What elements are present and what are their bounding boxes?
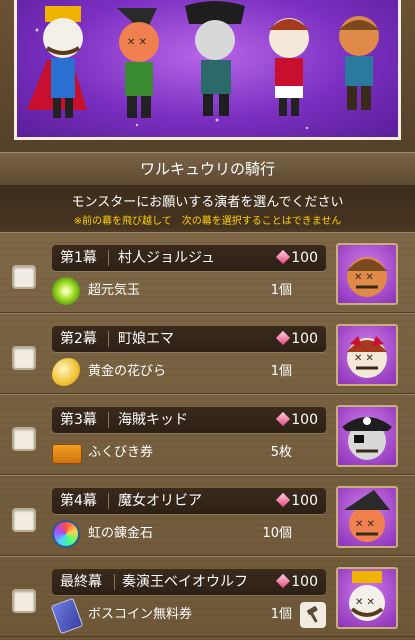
page-title: ワルキュウリの騎行	[0, 152, 415, 186]
boss-coin-ticket-icon	[50, 597, 84, 635]
reward-name: 黄金の花びら	[88, 364, 167, 379]
instructions-panel: モンスターにお願いする演者を選んでください ※前の幕を飛び越して 次の幕を選択す…	[0, 185, 415, 229]
hammer-icon[interactable]	[300, 602, 326, 628]
girl-puppet	[269, 18, 309, 116]
act-number: 最終幕	[60, 574, 102, 590]
witch-portrait: ✕ ✕	[336, 486, 398, 548]
performer-name: 町娘エマ	[118, 331, 174, 347]
act-header: 第3幕 海賊キッド 100	[52, 407, 326, 433]
pirate-portrait	[336, 405, 398, 467]
act-number: 第2幕	[60, 331, 97, 347]
act-checkbox[interactable]	[12, 346, 36, 370]
rainbow-stone-icon	[52, 520, 80, 548]
svg-text:✕ ✕: ✕ ✕	[127, 37, 147, 48]
cost: 100	[276, 569, 318, 595]
girl-portrait: ✕ ✕	[336, 324, 398, 386]
cost-value: 100	[291, 493, 318, 509]
svg-text:✕ ✕: ✕ ✕	[355, 519, 375, 530]
divider	[108, 331, 109, 347]
gem-icon	[276, 411, 291, 427]
act-number: 第3幕	[60, 412, 97, 428]
reward-name: 虹の錬金石	[88, 526, 154, 541]
svg-text:✕ ✕: ✕ ✕	[355, 597, 375, 608]
act-row-1[interactable]: 第1幕 村人ジョルジュ 100 超元気玉 1個 ✕ ✕	[0, 232, 415, 313]
gem-icon	[276, 492, 291, 508]
act-row-3[interactable]: 第3幕 海賊キッド 100 ふくびき券 5枚	[0, 394, 415, 475]
genki-orb-icon	[52, 277, 80, 305]
event-banner: ✕ ✕	[14, 0, 401, 140]
reward-quantity: 10個	[262, 526, 292, 541]
reward-name: ふくびき券	[88, 445, 154, 460]
act-row-5[interactable]: 最終幕 奏演王ベイオウルフ 100 ボスコイン無料券 1個 ✕ ✕	[0, 556, 415, 637]
act-number: 第4幕	[60, 493, 97, 509]
act-row-4[interactable]: 第4幕 魔女オリビア 100 虹の錬金石 10個 ✕ ✕	[0, 475, 415, 556]
act-header: 第1幕 村人ジョルジュ 100	[52, 245, 326, 271]
gem-icon	[276, 330, 291, 346]
reward-name: ボスコイン無料券	[88, 607, 193, 622]
reward-quantity: 5枚	[270, 445, 292, 460]
svg-text:✕ ✕: ✕ ✕	[354, 353, 374, 364]
cost: 100	[276, 245, 318, 271]
king-puppet	[27, 6, 87, 118]
pirate-puppet	[185, 1, 245, 116]
king-portrait: ✕ ✕	[336, 567, 398, 629]
reward-quantity: 1個	[270, 607, 292, 622]
act-number: 第1幕	[60, 250, 97, 266]
act-header: 第2幕 町娘エマ 100	[52, 326, 326, 352]
villager-portrait: ✕ ✕	[336, 243, 398, 305]
act-header: 最終幕 奏演王ベイオウルフ 100	[52, 569, 326, 595]
lottery-ticket-icon	[52, 444, 82, 464]
act-checkbox[interactable]	[12, 589, 36, 613]
gem-icon	[276, 573, 291, 589]
performer-name: 海賊キッド	[118, 412, 188, 428]
cost-value: 100	[291, 250, 318, 266]
reward-name: 超元気玉	[88, 283, 141, 298]
svg-text:✕ ✕: ✕ ✕	[354, 272, 374, 283]
act-checkbox[interactable]	[12, 508, 36, 532]
villager-puppet	[339, 16, 379, 110]
cost-value: 100	[291, 412, 318, 428]
cost: 100	[276, 488, 318, 514]
divider	[108, 250, 109, 266]
act-list: 第1幕 村人ジョルジュ 100 超元気玉 1個 ✕ ✕ 第2幕 町娘エマ 100…	[0, 232, 415, 640]
cost-value: 100	[291, 574, 318, 590]
reward-quantity: 1個	[270, 283, 292, 298]
witch-puppet: ✕ ✕	[117, 8, 159, 118]
cost: 100	[276, 326, 318, 352]
instructions-main: モンスターにお願いする演者を選んでください	[71, 195, 344, 210]
performer-name: 村人ジョルジュ	[118, 250, 216, 266]
act-row-2[interactable]: 第2幕 町娘エマ 100 黄金の花びら 1個 ✕ ✕	[0, 313, 415, 394]
reward-quantity: 1個	[270, 364, 292, 379]
act-header: 第4幕 魔女オリビア 100	[52, 488, 326, 514]
divider	[108, 493, 109, 509]
act-checkbox[interactable]	[12, 427, 36, 451]
act-checkbox[interactable]	[12, 265, 36, 289]
divider	[108, 412, 109, 428]
cost: 100	[276, 407, 318, 433]
banner-frame: ✕ ✕	[0, 0, 415, 152]
cost-value: 100	[291, 331, 318, 347]
puppet-cast-illustration: ✕ ✕	[27, 1, 379, 130]
golden-petal-icon	[52, 358, 80, 386]
gem-icon	[276, 249, 291, 265]
divider	[114, 574, 115, 590]
instructions-note: ※前の幕を飛び越して 次の幕を選択することはできません	[73, 216, 342, 227]
performer-name: 魔女オリビア	[118, 493, 202, 509]
performer-name: 奏演王ベイオウルフ	[122, 574, 248, 590]
